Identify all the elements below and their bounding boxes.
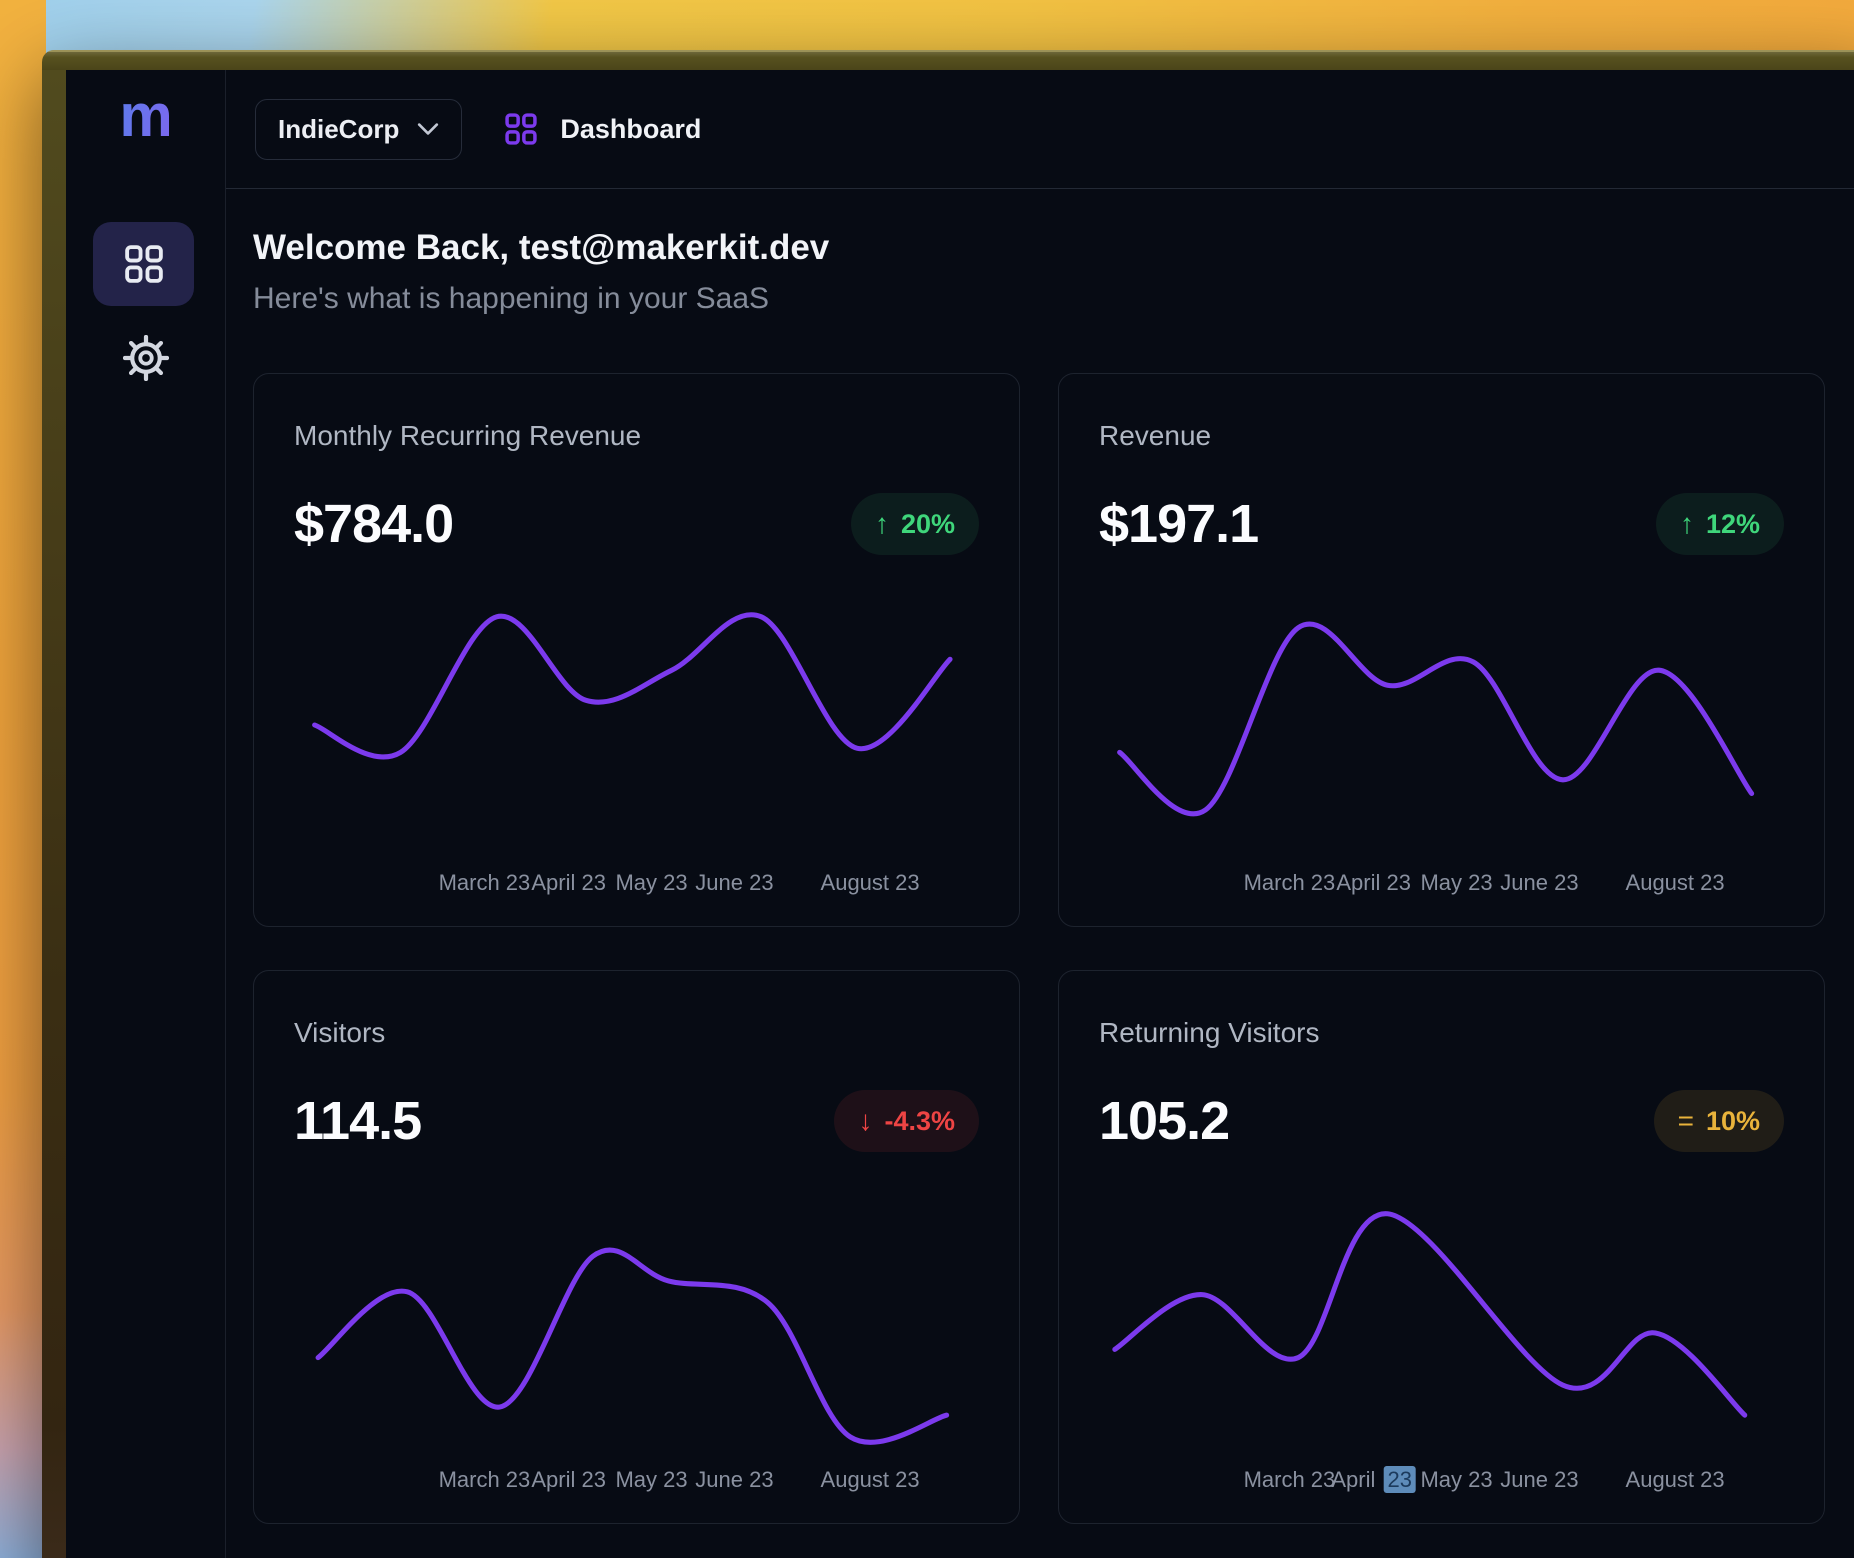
x-axis-labels: March 23April 23May 23 June 23 August 23 [1099,1467,1784,1497]
topbar: IndieCorp [226,70,1854,189]
welcome-heading: Welcome Back, test@makerkit.dev [253,226,1854,270]
metric-card-returning-visitors: Returning Visitors 105.2 = 10% [1058,970,1825,1524]
axis-label: May 23 [615,870,687,896]
axis-label: August 23 [1626,1467,1725,1493]
line-chart [1099,1185,1786,1459]
dashboard-grid-icon [121,241,167,287]
settings-gear-icon [123,335,169,381]
window-top-edge [42,50,1854,70]
axis-label: March 23 [1244,870,1336,896]
team-selector-button[interactable]: IndieCorp [255,99,462,160]
delta-value: 12% [1706,509,1760,540]
axis-label: June 23 [695,870,773,896]
delta-badge: ↑ 12% [1656,493,1784,555]
axis-label: August 23 [1626,870,1725,896]
delta-badge: ↑ 20% [851,493,979,555]
sidebar-item-settings[interactable] [122,334,170,382]
main-area: IndieCorp [226,70,1854,1558]
x-axis-labels: March 23April 23 May 23 June 23 August 23 [1099,870,1784,900]
metric-value: 114.5 [294,1090,421,1152]
axis-label: March 23 [1244,1467,1336,1493]
page-title: Dashboard [560,114,701,145]
axis-label: June 23 [1500,870,1578,896]
delta-value: 20% [901,509,955,540]
desktop-wallpaper: m [0,0,1854,1558]
delta-badge: ↓ -4.3% [834,1090,979,1152]
value-row: 105.2 = 10% [1099,1089,1784,1153]
metric-card-revenue: Revenue $197.1 ↑ 12% Ma [1058,373,1825,927]
card-title: Monthly Recurring Revenue [294,420,641,452]
trend-flat-icon: = [1678,1105,1694,1137]
window-left-edge [42,70,66,1558]
axis-label: June 23 [695,1467,773,1493]
delta-value: -4.3% [884,1106,955,1137]
metric-value: $784.0 [294,493,453,555]
dashboard-grid-icon [502,110,540,148]
metric-value: 105.2 [1099,1090,1229,1152]
axis-label: April 23 [531,870,606,896]
wallpaper-left-strip [0,0,46,1558]
x-axis-labels: March 23April 23 May 23 June 23 August 23 [294,1467,979,1497]
value-row: $784.0 ↑ 20% [294,492,979,556]
dashboard-content: Welcome Back, test@makerkit.dev Here's w… [226,190,1854,1558]
trend-down-icon: ↓ [858,1105,872,1137]
card-title: Revenue [1099,420,1211,452]
metric-card-mrr: Monthly Recurring Revenue $784.0 ↑ 20% [253,373,1020,927]
axis-label: June 23 [1500,1467,1578,1493]
chevron-down-icon [417,122,439,136]
card-title: Returning Visitors [1099,1017,1319,1049]
axis-label: April 23 [1331,1467,1416,1493]
selected-text: 23 [1383,1466,1415,1493]
cards-grid: Monthly Recurring Revenue $784.0 ↑ 20% [253,373,1854,1524]
axis-label: April 23 [531,1467,606,1493]
line-chart [1099,588,1786,862]
trend-up-icon: ↑ [1680,508,1694,540]
app-window: m [42,50,1854,1558]
delta-badge: = 10% [1654,1090,1784,1152]
axis-label: May 23 [1420,870,1492,896]
x-axis-labels: March 23April 23 May 23 June 23 August 23 [294,870,979,900]
axis-label: May 23 [615,1467,687,1493]
welcome-subtitle: Here's what is happening in your SaaS [253,280,1854,318]
card-title: Visitors [294,1017,385,1049]
metric-card-visitors: Visitors 114.5 ↓ -4.3% [253,970,1020,1524]
axis-label: April 23 [1336,870,1411,896]
line-chart [294,1185,981,1459]
axis-label: August 23 [821,1467,920,1493]
line-chart [294,588,981,862]
axis-label: March 23 [439,1467,531,1493]
sidebar-item-dashboard[interactable] [93,222,194,306]
axis-label: August 23 [821,870,920,896]
team-selector-label: IndieCorp [278,114,399,145]
page-heading-group: Dashboard [502,110,701,148]
sidebar: m [66,70,226,1558]
trend-up-icon: ↑ [875,508,889,540]
axis-label: March 23 [439,870,531,896]
delta-value: 10% [1706,1106,1760,1137]
value-row: $197.1 ↑ 12% [1099,492,1784,556]
metric-value: $197.1 [1099,493,1258,555]
axis-label: May 23 [1420,1467,1492,1493]
makerkit-logo: m [66,86,226,146]
value-row: 114.5 ↓ -4.3% [294,1089,979,1153]
app-surface: m [66,70,1854,1558]
